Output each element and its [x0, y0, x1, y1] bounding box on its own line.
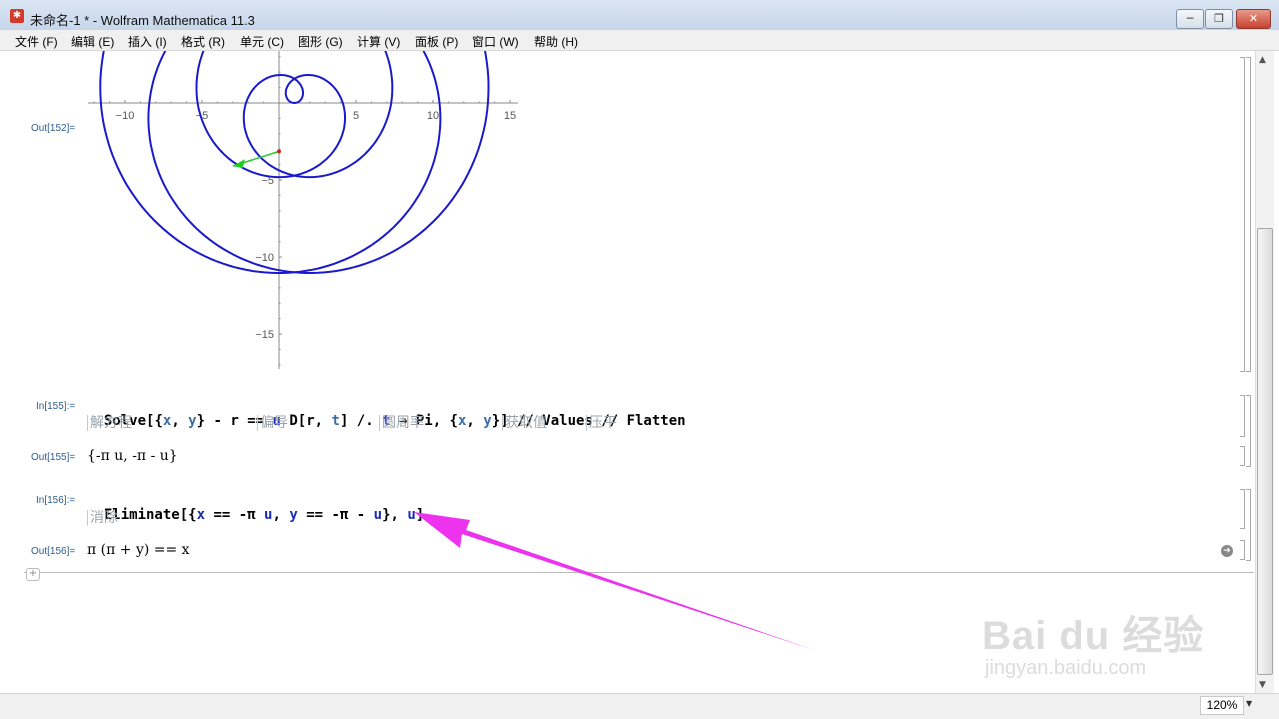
- var-x: x: [196, 507, 206, 523]
- cell-bracket[interactable]: [1240, 446, 1245, 466]
- menu-graphics[interactable]: 图形 (G): [298, 33, 343, 50]
- x-tick-label: −10: [116, 110, 135, 122]
- var-y: y: [483, 413, 492, 429]
- in156-label: In[156]:=: [36, 495, 76, 506]
- menu-cell[interactable]: 单元 (C): [240, 33, 284, 50]
- out152-label: Out[152]=: [31, 123, 76, 134]
- cell-bracket[interactable]: [1240, 489, 1245, 529]
- plot-axes: −10 −5 5 10 15−5−10−15: [88, 51, 518, 369]
- magenta-pointer: [414, 512, 814, 650]
- cell-bracket[interactable]: [1240, 395, 1245, 437]
- hint-derivative[interactable]: 偏导: [257, 415, 288, 431]
- menu-file[interactable]: 文件 (F): [15, 33, 58, 50]
- hint-flatten[interactable]: 压平: [586, 415, 617, 431]
- hint-eliminate[interactable]: 消除: [87, 510, 118, 526]
- x-tick-label: 10: [427, 110, 439, 122]
- code-text: ,: [314, 413, 332, 429]
- code-text: [{: [146, 413, 163, 429]
- suggestion-arrow-icon[interactable]: ➔: [1221, 545, 1233, 557]
- baidu-watermark-logo: Bai du 经验: [982, 614, 1205, 658]
- close-button[interactable]: ✕: [1236, 9, 1271, 29]
- var-t: t: [331, 413, 340, 429]
- code-text: ,: [466, 413, 484, 429]
- hint-solve[interactable]: 解方程: [87, 415, 132, 431]
- spiral-curve: [99, 51, 490, 274]
- spiral-plot[interactable]: −10 −5 5 10 15−5−10−15: [80, 51, 525, 373]
- mathematica-app-icon[interactable]: ✱: [10, 9, 24, 23]
- zoom-dropdown-icon[interactable]: ▼: [1246, 699, 1252, 708]
- baidu-watermark-url: jingyan.baidu.com: [985, 657, 1147, 679]
- group-bracket[interactable]: [1246, 395, 1251, 467]
- annotation-arrow: [414, 512, 814, 650]
- scroll-up-arrow-icon[interactable]: ▲: [1259, 55, 1266, 65]
- add-cell-plus-icon[interactable]: +: [26, 568, 40, 581]
- menu-evaluation[interactable]: 计算 (V): [357, 33, 400, 50]
- window-title: 未命名-1 * - Wolfram Mathematica 11.3: [30, 13, 255, 28]
- point-marker: [277, 149, 281, 154]
- in156-input[interactable]: Eliminate[{x == -π u, y == -π - u}, u]: [87, 491, 424, 523]
- group-bracket[interactable]: [1246, 489, 1251, 561]
- hint-pi[interactable]: 圆周率: [379, 415, 424, 431]
- var-u: u: [373, 507, 383, 523]
- var-r: r: [230, 413, 239, 429]
- var-y: y: [188, 413, 197, 429]
- code-text: ,: [272, 507, 290, 523]
- scrollbar-thumb[interactable]: [1257, 228, 1273, 675]
- var-y: y: [289, 507, 298, 523]
- code-text: ] /.: [339, 413, 383, 429]
- y-tick-label: −10: [255, 252, 274, 264]
- menu-window[interactable]: 窗口 (W): [472, 33, 519, 50]
- out155-label: Out[155]=: [31, 452, 76, 463]
- in155-label: In[155]:=: [36, 401, 76, 412]
- out155-result[interactable]: {-π u, -π - u}: [87, 448, 178, 464]
- scroll-down-arrow-icon[interactable]: ▼: [1259, 680, 1266, 690]
- group-bracket[interactable]: [1246, 57, 1251, 372]
- code-text: == -π -: [297, 507, 374, 523]
- menu-edit[interactable]: 编辑 (E): [71, 33, 114, 50]
- code-text: == -π: [205, 507, 265, 523]
- out156-label: Out[156]=: [31, 546, 76, 557]
- menu-help[interactable]: 帮助 (H): [534, 33, 578, 50]
- code-text: ,: [171, 413, 189, 429]
- y-tick-label: −15: [255, 329, 274, 341]
- x-tick-label: 5: [353, 110, 359, 122]
- hint-values[interactable]: 获取值: [502, 415, 547, 431]
- maximize-button[interactable]: ❐: [1205, 9, 1233, 29]
- status-bar: [0, 693, 1279, 719]
- out156-result[interactable]: π (π + y) == x: [87, 542, 190, 558]
- code-text: } -: [196, 413, 231, 429]
- minimize-button[interactable]: ─: [1176, 9, 1204, 29]
- zoom-level[interactable]: 120%: [1200, 696, 1244, 715]
- x-tick-label: 15: [504, 110, 516, 122]
- menu-palettes[interactable]: 面板 (P): [415, 33, 458, 50]
- var-r: r: [306, 413, 315, 429]
- cell-bracket[interactable]: [1240, 540, 1245, 560]
- menu-insert[interactable]: 插入 (I): [128, 33, 167, 50]
- menu-bar: 文件 (F) 编辑 (E) 插入 (I) 格式 (R) 单元 (C) 图形 (G…: [0, 30, 1279, 51]
- menu-format[interactable]: 格式 (R): [181, 33, 225, 50]
- title-bar: ✱ 未命名-1 * - Wolfram Mathematica 11.3 ─ ❐…: [0, 0, 1279, 31]
- cell-bracket[interactable]: [1240, 57, 1245, 372]
- code-text: [{: [179, 507, 197, 523]
